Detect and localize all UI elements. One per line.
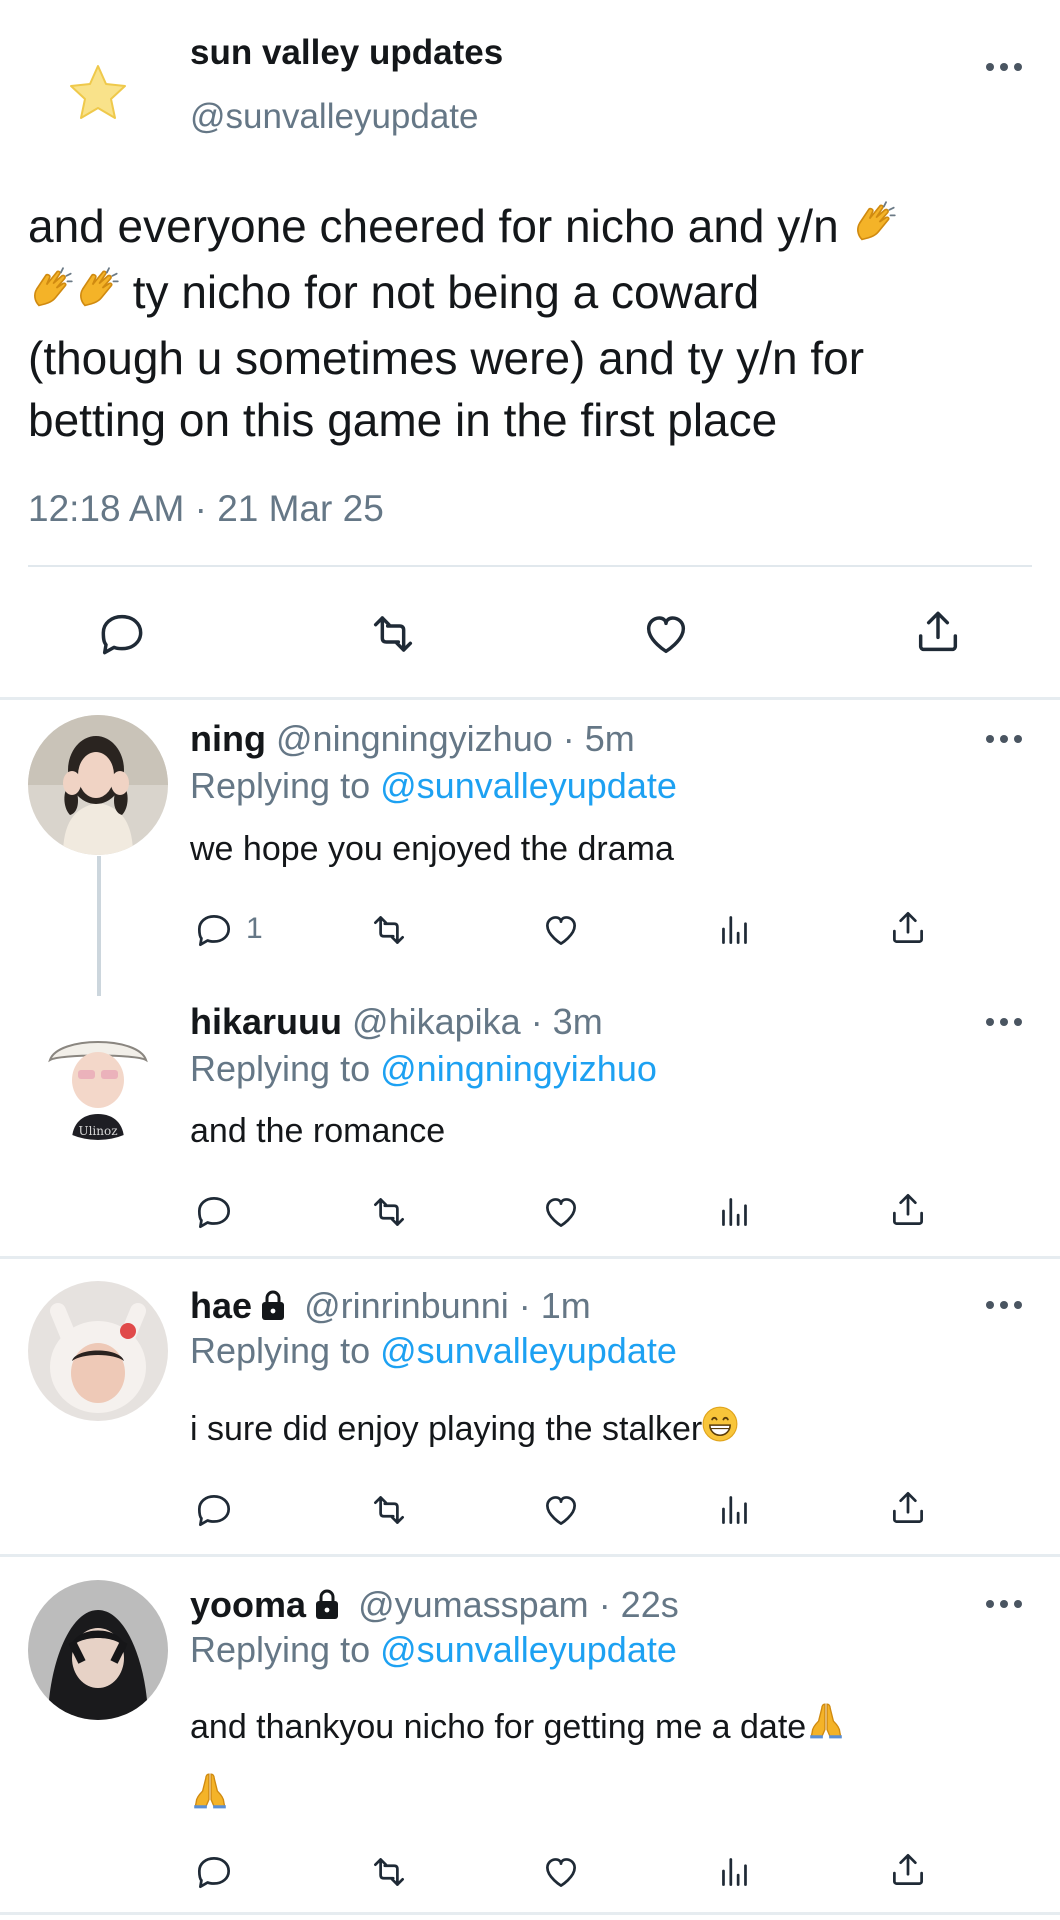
retweet-icon[interactable] xyxy=(367,1488,411,1532)
tweet-line-4: betting on this game in the first place xyxy=(28,393,778,446)
more-options-icon[interactable] xyxy=(984,1015,1024,1029)
replying-prefix: Replying to xyxy=(190,1330,371,1371)
retweet-icon[interactable] xyxy=(365,606,421,662)
author-name[interactable]: sun valley updates xyxy=(190,33,503,73)
reply-text-row: i sure did enjoy playing the stalker xyxy=(190,1400,738,1460)
avatar[interactable]: Ulinoz xyxy=(28,1000,168,1140)
reply-text: i sure did enjoy playing the stalker xyxy=(190,1410,703,1448)
divider xyxy=(0,1912,1060,1915)
reply-author-name[interactable]: ning xyxy=(190,718,266,759)
views-icon[interactable] xyxy=(713,1850,757,1894)
lock-icon xyxy=(312,1587,342,1629)
reply-time: · 1m xyxy=(518,1285,591,1326)
reply-icon[interactable] xyxy=(192,908,236,952)
replying-to-link[interactable]: @sunvalleyupdate xyxy=(380,1629,677,1670)
reply-header: yooma @yumasspam · 22s xyxy=(190,1584,679,1629)
tweet-timestamp[interactable]: 12:18 AM · 21 Mar 25 xyxy=(28,488,384,530)
svg-text:Ulinoz: Ulinoz xyxy=(78,1124,117,1138)
lock-icon xyxy=(258,1288,288,1330)
reply-author-handle[interactable]: @rinrinbunni xyxy=(304,1285,509,1326)
retweet-icon[interactable] xyxy=(367,1190,411,1234)
avatar[interactable] xyxy=(28,1580,168,1720)
share-icon[interactable] xyxy=(910,604,966,660)
divider xyxy=(0,697,1060,700)
reply-text-row: and thankyou nicho for getting me a date xyxy=(190,1698,846,1758)
replying-to-link[interactable]: @sunvalleyupdate xyxy=(380,765,677,806)
like-icon[interactable] xyxy=(638,606,694,662)
reply-header: ning @ningningyizhuo · 5m xyxy=(190,718,635,760)
more-options-icon[interactable] xyxy=(984,1298,1024,1312)
views-icon[interactable] xyxy=(713,1488,757,1532)
tweet-line-1: and everyone cheered for nicho and y/n xyxy=(28,200,839,252)
clapping-hands-emoji xyxy=(28,265,74,327)
grinning-emoji xyxy=(702,1402,738,1460)
reply-icon[interactable] xyxy=(94,606,150,662)
like-icon[interactable] xyxy=(539,1190,583,1234)
reply-text: and thankyou nicho for getting me a date xyxy=(190,1708,807,1746)
reply-header: hikaruuu @hikapika · 3m xyxy=(190,1001,603,1043)
reply-time: · 22s xyxy=(598,1584,679,1625)
share-icon[interactable] xyxy=(886,1486,930,1530)
folded-hands-emoji xyxy=(190,1770,230,1815)
divider xyxy=(0,1256,1060,1259)
reply-author-name[interactable]: yooma xyxy=(190,1584,306,1625)
retweet-icon[interactable] xyxy=(367,1850,411,1894)
replying-prefix: Replying to xyxy=(190,1048,371,1089)
views-icon[interactable] xyxy=(713,1190,757,1234)
reply-icon[interactable] xyxy=(192,1850,236,1894)
divider xyxy=(0,1554,1060,1557)
like-icon[interactable] xyxy=(539,1488,583,1532)
tweet-text: and everyone cheered for nicho and y/n t… xyxy=(28,195,1038,451)
share-icon[interactable] xyxy=(886,1188,930,1232)
reply-time: · 5m xyxy=(562,718,635,759)
more-options-icon[interactable] xyxy=(984,60,1024,74)
reply-text: we hope you enjoyed the drama xyxy=(190,830,674,868)
reply-author-name[interactable]: hikaruuu xyxy=(190,1001,342,1042)
replying-to: Replying to @sunvalleyupdate xyxy=(190,765,677,807)
like-icon[interactable] xyxy=(539,908,583,952)
reply-time: · 3m xyxy=(530,1001,603,1042)
thread-line xyxy=(97,856,101,996)
author-handle[interactable]: @sunvalleyupdate xyxy=(190,97,479,137)
share-icon[interactable] xyxy=(886,1848,930,1892)
reply-author-handle[interactable]: @hikapika xyxy=(352,1001,521,1042)
replying-prefix: Replying to xyxy=(190,765,371,806)
more-options-icon[interactable] xyxy=(984,1597,1024,1611)
reply-count: 1 xyxy=(246,912,263,945)
reply-header: hae @rinrinbunni · 1m xyxy=(190,1285,591,1330)
tweet-line-2: ty nicho for not being a coward xyxy=(132,265,760,318)
reply-author-handle[interactable]: @ningningyizhuo xyxy=(276,718,553,759)
replying-to-link[interactable]: @sunvalleyupdate xyxy=(380,1330,677,1371)
divider xyxy=(28,565,1032,567)
retweet-icon[interactable] xyxy=(367,908,411,952)
reply-author-name[interactable]: hae xyxy=(190,1285,252,1326)
replying-to: Replying to @sunvalleyupdate xyxy=(190,1629,677,1671)
tweet-line-3: (though u sometimes were) and ty y/n for xyxy=(28,331,865,384)
avatar[interactable] xyxy=(28,715,168,855)
views-icon[interactable] xyxy=(713,908,757,952)
folded-hands-emoji xyxy=(806,1700,846,1758)
share-icon[interactable] xyxy=(886,906,930,950)
more-options-icon[interactable] xyxy=(984,732,1024,746)
replying-to: Replying to @ningningyizhuo xyxy=(190,1048,657,1090)
reply-author-handle[interactable]: @yumasspam xyxy=(358,1584,589,1625)
reply-icon[interactable] xyxy=(192,1190,236,1234)
star-avatar[interactable] xyxy=(66,62,130,126)
clapping-hands-emoji xyxy=(851,199,897,261)
reply-text: and the romance xyxy=(190,1112,446,1150)
replying-to: Replying to @sunvalleyupdate xyxy=(190,1330,677,1372)
avatar[interactable] xyxy=(28,1281,168,1421)
replying-prefix: Replying to xyxy=(190,1629,371,1670)
clapping-hands-emoji xyxy=(74,265,120,327)
like-icon[interactable] xyxy=(539,1850,583,1894)
reply-icon[interactable] xyxy=(192,1488,236,1532)
replying-to-link[interactable]: @ningningyizhuo xyxy=(380,1048,657,1089)
